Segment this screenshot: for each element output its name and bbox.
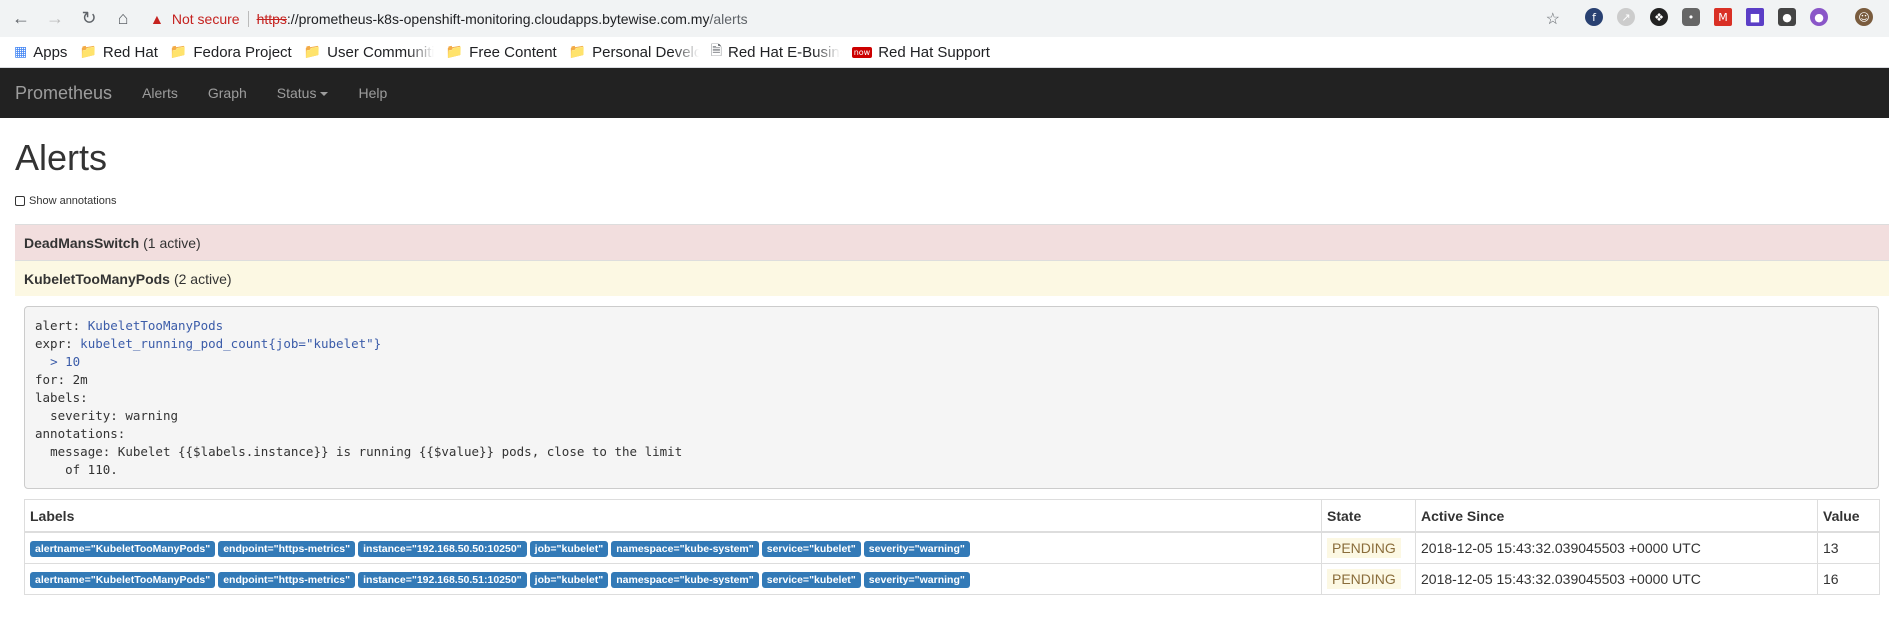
state-badge: PENDING — [1327, 538, 1401, 558]
back-arrow-icon[interactable]: ← — [10, 8, 32, 30]
nav-help[interactable]: Help — [358, 85, 387, 101]
bookmarks-bar: ▦ Apps 📁 Red Hat 📁 Fedora Project 📁 User Com… — [0, 37, 1889, 68]
caret-down-icon — [320, 92, 329, 97]
bookmark-free-content[interactable]: 📁 Free Content — [446, 44, 557, 61]
col-active-since: Active Since — [1415, 499, 1818, 533]
bookmark-fedora-project[interactable]: 📁 Fedora Project — [170, 44, 292, 61]
show-annotations-label: Show annotations — [29, 194, 117, 207]
mail-extension-icon[interactable]: M — [1714, 8, 1732, 26]
bookmark-red-hat-support[interactable]: now Red Hat Support — [851, 44, 990, 61]
folder-icon: 📁 — [79, 44, 97, 60]
label-badge: endpoint="https-metrics" — [218, 541, 356, 557]
label-badge: severity="warning" — [863, 572, 970, 588]
folder-icon: 📁 — [303, 44, 322, 60]
alert-group-deadmansswitch[interactable]: DeadMansSwitch (1 active) — [15, 224, 1889, 260]
share-extension-icon[interactable]: ↗ — [1617, 8, 1635, 26]
page-title: Alerts — [15, 137, 108, 178]
home-icon[interactable]: ⌂ — [112, 8, 134, 30]
active-alerts-table: Labels State Active Since Value alertnam… — [24, 499, 1880, 595]
col-value: Value — [1817, 499, 1880, 533]
url-host: ://prometheus-k8s-openshift-monitoring.c… — [286, 10, 710, 27]
not-secure-label[interactable]: Not secure — [172, 11, 240, 27]
bookmark-user-communities[interactable]: 📁 User Communiti — [304, 44, 434, 61]
alert-rule-definition: alert: KubeletTooManyPods expr: kubelet_… — [24, 306, 1879, 489]
label-badge: namespace="kube-system" — [611, 541, 759, 557]
nav-status[interactable]: Status — [277, 85, 329, 101]
show-annotations-toggle[interactable]: Show annotations — [15, 195, 1889, 207]
labels-cell: alertname="KubeletTooManyPods" endpoint="… — [24, 531, 1322, 564]
nav-alerts[interactable]: Alerts — [142, 85, 178, 101]
bookmark-personal-development[interactable]: 📁Personal Develop — [569, 44, 699, 61]
prometheus-navbar: Prometheus Alerts Graph Status Help — [0, 68, 1889, 118]
bookmark-red-hat[interactable]: 📁 Red Hat — [79, 44, 157, 61]
rule-expr-link[interactable]: kubelet_running_pod_count{job="kubelet"} — [80, 336, 381, 351]
address-bar[interactable]: ▲ Not secure https://prometheus-k8s-open… — [138, 5, 1570, 32]
apps-grid-icon: ▦ — [14, 44, 28, 60]
profile-avatar-icon[interactable]: ☺ — [1855, 8, 1873, 26]
redhat-now-icon: now — [851, 46, 873, 58]
label-badge: instance="192.168.50.50:10250" — [358, 541, 527, 557]
table-row: alertname="KubeletTooManyPods" endpoint="… — [24, 563, 1880, 595]
folder-icon: 📁 — [169, 44, 188, 60]
value-cell: 16 — [1817, 563, 1880, 595]
folder-icon: 📁 — [445, 44, 464, 60]
bookmark-red-hat-ebusiness[interactable]: 🗎 Red Hat E-Busin — [711, 40, 840, 64]
main-content: Alerts Show annotations — [15, 118, 1889, 207]
checkbox-icon[interactable] — [15, 195, 25, 206]
circle-extension-icon[interactable]: ● — [1810, 8, 1828, 26]
group-count: (2 active) — [173, 270, 232, 287]
state-cell: PENDING — [1321, 531, 1416, 564]
calendar-extension-icon[interactable]: ■ — [1746, 8, 1764, 26]
page-icon: 🗎 — [710, 43, 722, 59]
state-badge: PENDING — [1327, 569, 1401, 589]
url-scheme: https — [256, 10, 287, 27]
col-state: State — [1321, 499, 1416, 533]
table-row: alertname="KubeletTooManyPods" endpoint="… — [24, 531, 1880, 564]
chat-extension-icon[interactable]: • — [1682, 8, 1700, 26]
nav-graph[interactable]: Graph — [208, 85, 247, 101]
active-since-cell: 2018-12-05 15:43:32.039045503 +0000 UTC — [1415, 531, 1818, 564]
url-path: /alerts — [709, 10, 748, 27]
address-divider — [247, 10, 249, 27]
brand-link[interactable]: Prometheus — [15, 83, 112, 104]
group-name: KubeletTooManyPods — [24, 270, 170, 287]
fedora-extension-icon[interactable]: f — [1585, 8, 1603, 26]
state-cell: PENDING — [1321, 563, 1416, 595]
label-badge: alertname="KubeletTooManyPods" — [30, 541, 216, 557]
value-cell: 13 — [1817, 531, 1880, 564]
label-badge: job="kubelet" — [529, 572, 609, 588]
label-badge: namespace="kube-system" — [611, 572, 759, 588]
label-badge: instance="192.168.50.51:10250" — [358, 572, 527, 588]
reload-icon[interactable]: ↻ — [78, 8, 100, 30]
labels-cell: alertname="KubeletTooManyPods" endpoint="… — [24, 563, 1322, 595]
rule-alert-link[interactable]: KubeletTooManyPods — [88, 318, 223, 333]
folder-icon: 📁 — [568, 44, 587, 60]
alert-group-kubelettoomanypods[interactable]: KubeletTooManyPods (2 active) — [15, 260, 1889, 296]
label-badge: service="kubelet" — [761, 541, 861, 557]
group-name: DeadMansSwitch — [24, 234, 140, 251]
warning-triangle-icon[interactable]: ▲ — [150, 11, 164, 27]
label-badge: severity="warning" — [863, 541, 970, 557]
label-badge: job="kubelet" — [529, 541, 609, 557]
table-header-row: Labels State Active Since Value — [24, 499, 1880, 533]
group-count: (1 active) — [143, 234, 201, 251]
browser-toolbar: ← → ↻ ⌂ ▲ Not secure https://prometheus-… — [0, 0, 1889, 37]
bookmark-apps[interactable]: ▦ Apps — [14, 44, 67, 61]
label-badge: alertname="KubeletTooManyPods" — [30, 572, 216, 588]
bookmark-star-icon[interactable]: ☆ — [1546, 9, 1560, 29]
forward-arrow-icon[interactable]: → — [44, 8, 66, 30]
label-badge: endpoint="https-metrics" — [218, 572, 356, 588]
puzzle-extension-icon[interactable]: ❖ — [1650, 8, 1668, 26]
active-since-cell: 2018-12-05 15:43:32.039045503 +0000 UTC — [1415, 563, 1818, 595]
label-badge: service="kubelet" — [761, 572, 861, 588]
col-labels: Labels — [24, 499, 1322, 533]
camera-extension-icon[interactable]: ● — [1778, 8, 1796, 26]
